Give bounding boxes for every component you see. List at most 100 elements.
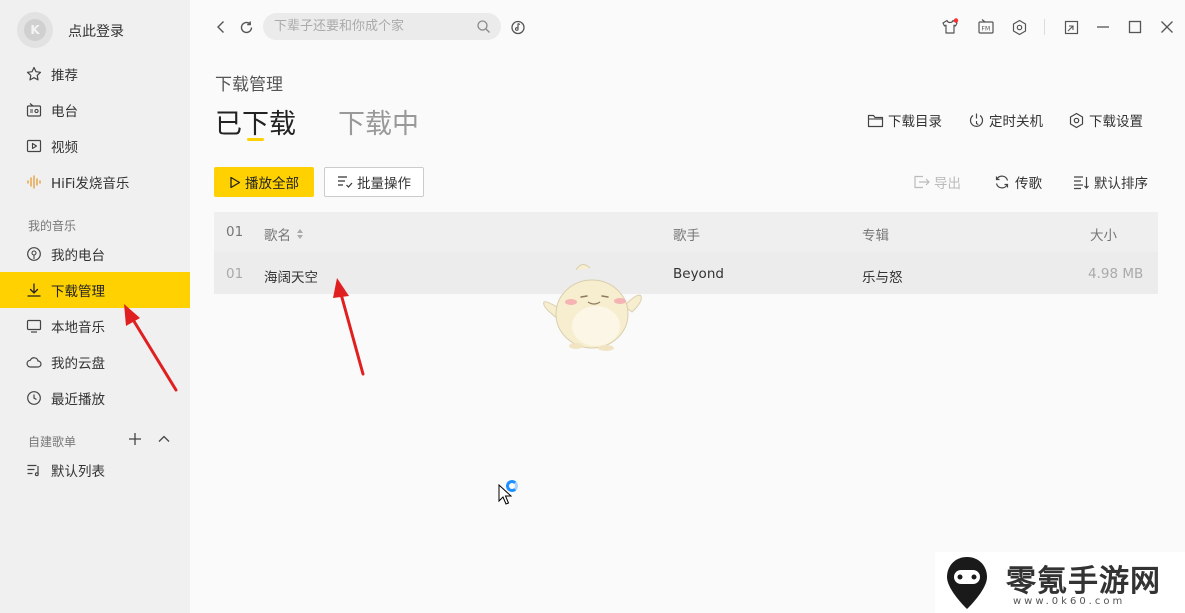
login-link[interactable]: 点此登录 (68, 21, 124, 41)
sidebar-item-label: 电台 (51, 104, 78, 120)
sidebar-item-label: 默认列表 (51, 464, 105, 480)
sidebar-item-label: 视频 (51, 140, 78, 156)
close-icon[interactable] (1157, 17, 1177, 37)
settings-hexagon-icon (1067, 111, 1085, 129)
tab-downloaded[interactable]: 已下载 (215, 102, 296, 141)
sidebar-item-label: 推荐 (51, 68, 78, 84)
batch-list-icon (337, 175, 353, 189)
game-controller-logo-icon (947, 557, 987, 609)
download-directory-button[interactable]: 下载目录 (866, 110, 942, 130)
sidebar-item-label: HiFi发烧音乐 (51, 176, 130, 192)
sidebar-item-radio[interactable]: 电台 (0, 92, 190, 128)
video-icon (25, 137, 43, 155)
batch-operation-label: 批量操作 (357, 176, 411, 192)
sidebar-item-default-playlist[interactable]: 默认列表 (0, 452, 190, 488)
cloud-icon (25, 353, 43, 371)
transfer-songs-label: 传歌 (1015, 176, 1042, 192)
download-settings-button[interactable]: 下载设置 (1067, 110, 1143, 130)
radio-icon (25, 101, 43, 119)
sort-icon (1072, 173, 1090, 191)
timer-power-icon (967, 111, 985, 129)
timer-shutdown-label: 定时关机 (989, 114, 1043, 130)
avatar-logo-icon: K (24, 19, 46, 41)
collapse-chevron-icon[interactable] (156, 431, 172, 447)
svg-text:FM: FM (982, 26, 991, 33)
download-settings-label: 下载设置 (1089, 114, 1143, 130)
header-song-name-label: 歌名 (264, 228, 291, 244)
downloaded-songs-table: 01 歌名 歌手 专辑 大小 01 海阔天空 Beyond 乐与怒 4.98 M… (214, 212, 1158, 294)
row-index: 01 (226, 266, 244, 282)
download-directory-label: 下载目录 (888, 114, 942, 130)
podcast-icon (25, 245, 43, 263)
play-all-label: 播放全部 (245, 176, 299, 192)
table-header: 01 歌名 歌手 专辑 大小 (214, 212, 1158, 252)
sidebar-item-recommend[interactable]: 推荐 (0, 56, 190, 92)
topbar-divider (1044, 19, 1045, 35)
sidebar-item-cloud-disk[interactable]: 我的云盘 (0, 344, 190, 380)
timer-shutdown-button[interactable]: 定时关机 (967, 110, 1043, 130)
default-sort-button[interactable]: 默认排序 (1072, 172, 1148, 192)
watermark: 零氪手游网 www.0k60.com (935, 552, 1185, 613)
sidebar-item-hifi[interactable]: HiFi发烧音乐 (0, 164, 190, 200)
playlist-section-label: 自建歌单 (28, 435, 77, 449)
header-index: 01 (226, 224, 244, 240)
minimize-icon[interactable] (1093, 17, 1113, 37)
sidebar-item-recent-play[interactable]: 最近播放 (0, 380, 190, 416)
sidebar-item-label: 下载管理 (51, 284, 105, 300)
skin-shirt-icon[interactable] (940, 17, 960, 37)
header-song-name[interactable]: 歌名 (264, 224, 304, 244)
mascot-illustration (543, 264, 642, 351)
sync-icon (993, 173, 1011, 191)
play-all-button[interactable]: 播放全部 (214, 167, 314, 197)
music-recognition-icon[interactable] (508, 17, 528, 37)
clock-icon (25, 389, 43, 407)
export-button[interactable]: 导出 (912, 172, 961, 192)
sidebar: K 点此登录 推荐 电台 视频 HiFi发烧音乐 我的音乐 我的电台 下载管理 … (0, 0, 190, 613)
batch-operation-button[interactable]: 批量操作 (324, 167, 424, 197)
row-album[interactable]: 乐与怒 (862, 266, 903, 286)
header-artist: 歌手 (673, 228, 700, 244)
export-label: 导出 (934, 176, 961, 192)
refresh-icon[interactable] (236, 17, 256, 37)
download-icon (25, 281, 43, 299)
row-song-name[interactable]: 海阔天空 (264, 266, 318, 286)
settings-gear-icon[interactable] (1009, 17, 1029, 37)
add-playlist-icon[interactable] (127, 431, 143, 447)
main-panel: FM 下载管理 已下载 下载中 下载目录 定时关机 下载设置 (190, 0, 1185, 613)
header-album: 专辑 (862, 228, 889, 244)
sidebar-item-label: 最近播放 (51, 392, 105, 408)
header-size: 大小 (1090, 228, 1117, 244)
sidebar-item-label: 本地音乐 (51, 320, 105, 336)
soundwave-icon (25, 173, 43, 191)
sidebar-item-my-radio[interactable]: 我的电台 (0, 236, 190, 272)
star-icon (25, 65, 43, 83)
sidebar-item-local-music[interactable]: 本地音乐 (0, 308, 190, 344)
table-row[interactable]: 01 海阔天空 Beyond 乐与怒 4.98 MB (214, 252, 1158, 294)
search-icon[interactable] (476, 19, 491, 34)
sidebar-item-label: 我的电台 (51, 248, 105, 264)
sidebar-item-label: 我的云盘 (51, 356, 105, 372)
row-artist[interactable]: Beyond (673, 266, 724, 282)
mini-mode-icon[interactable] (1061, 17, 1081, 37)
active-tab-indicator (247, 138, 264, 141)
folder-icon (866, 111, 884, 129)
play-icon (229, 176, 241, 189)
page-subtitle: 下载管理 (215, 75, 283, 95)
transfer-songs-button[interactable]: 传歌 (993, 172, 1042, 192)
search-box[interactable] (263, 13, 501, 40)
playlist-icon (25, 461, 43, 479)
search-input[interactable] (274, 13, 464, 40)
tab-downloading[interactable]: 下载中 (338, 102, 419, 141)
sidebar-item-download-manager[interactable]: 下载管理 (0, 272, 190, 308)
row-size: 4.98 MB (1088, 266, 1144, 282)
my-music-section-label: 我的音乐 (28, 219, 77, 233)
monitor-icon (25, 317, 43, 335)
watermark-url: www.0k60.com (1013, 596, 1126, 607)
avatar[interactable]: K (17, 12, 53, 48)
sort-arrows-icon (296, 228, 304, 240)
back-icon[interactable] (211, 17, 231, 37)
maximize-icon[interactable] (1125, 17, 1145, 37)
sidebar-item-video[interactable]: 视频 (0, 128, 190, 164)
default-sort-label: 默认排序 (1094, 176, 1148, 192)
fm-radio-icon[interactable]: FM (976, 17, 996, 37)
